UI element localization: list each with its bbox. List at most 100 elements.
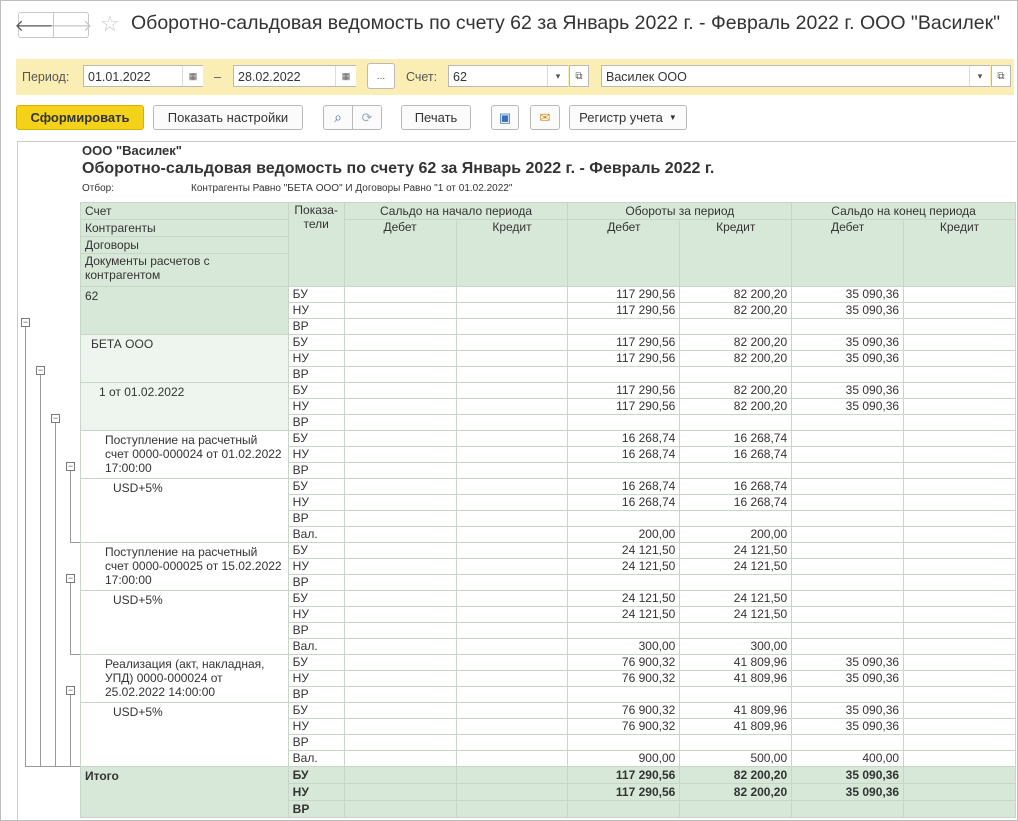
collapse-toggle-icon[interactable]: − — [36, 365, 45, 375]
opening-debit-cell — [343, 350, 457, 367]
print-button[interactable]: Печать — [401, 105, 471, 130]
opening-debit-cell — [343, 750, 457, 767]
closing-credit-cell — [903, 398, 1016, 415]
turnover-debit-cell: 200,00 — [567, 526, 681, 543]
account-field[interactable]: 62 ▾ — [448, 65, 568, 87]
period-label: Период: — [22, 70, 70, 84]
opening-debit-cell — [343, 334, 457, 351]
generate-button[interactable]: Сформировать — [16, 105, 144, 130]
turnover-debit-cell: 117 290,56 — [567, 302, 681, 319]
closing-debit-cell — [791, 478, 905, 495]
turnover-credit-cell: 82 200,20 — [679, 783, 793, 801]
turnover-debit-cell: 117 290,56 — [567, 382, 681, 399]
indicator-cell: БУ — [287, 382, 345, 399]
chevron-down-icon[interactable]: ▾ — [547, 66, 568, 86]
opening-credit-cell — [455, 800, 569, 818]
turnover-credit-cell: 82 200,20 — [679, 302, 793, 319]
turnover-credit-cell: 200,00 — [679, 526, 793, 543]
turnover-debit-cell: 76 900,32 — [567, 670, 681, 687]
turnover-credit-cell — [679, 414, 793, 431]
closing-credit-cell — [903, 590, 1016, 607]
tree-connector — [70, 694, 71, 766]
indicator-cell: БУ — [287, 766, 345, 784]
opening-credit-cell — [455, 670, 569, 687]
closing-credit-cell — [903, 526, 1016, 543]
account-label: Счет: — [406, 70, 438, 84]
indicator-cell: ВР — [287, 462, 345, 479]
chevron-down-icon[interactable]: ▾ — [969, 66, 990, 86]
opening-debit-cell — [343, 302, 457, 319]
table-row: Поступление на расчетный счет 0000-00002… — [80, 542, 1016, 591]
turnover-credit-cell — [679, 462, 793, 479]
opening-debit-cell — [343, 800, 457, 818]
closing-debit-cell: 35 090,36 — [791, 718, 905, 735]
opening-debit-cell — [343, 430, 457, 447]
date-to-field[interactable]: 28.02.2022 ▦ — [233, 65, 356, 87]
group-label: Поступление на расчетный счет 0000-00002… — [80, 542, 289, 591]
indicator-cell: БУ — [287, 542, 345, 559]
turnover-debit-cell: 76 900,32 — [567, 718, 681, 735]
date-from-value: 01.01.2022 — [88, 70, 151, 84]
collapse-toggle-icon[interactable]: − — [66, 461, 75, 471]
turnover-credit-cell: 41 809,96 — [679, 670, 793, 687]
report-table: Счет Показа-тели Сальдо на начало период… — [80, 202, 1016, 818]
turnover-credit-cell: 41 809,96 — [679, 702, 793, 719]
open-organization-button[interactable]: ⧉ — [991, 65, 1011, 87]
forward-button[interactable]: 🡒 — [50, 12, 92, 38]
favorite-star-icon[interactable]: ☆ — [100, 11, 120, 37]
date-from-field[interactable]: 01.01.2022 ▦ — [83, 65, 203, 87]
header-closing-debit: Дебет — [791, 219, 905, 287]
turnover-debit-cell: 76 900,32 — [567, 702, 681, 719]
search-button[interactable]: ⌕ — [323, 105, 353, 130]
tree-connector — [25, 326, 26, 766]
period-select-button[interactable]: ... — [367, 63, 395, 89]
closing-credit-cell — [903, 622, 1016, 639]
closing-credit-cell — [903, 558, 1016, 575]
opening-debit-cell — [343, 590, 457, 607]
turnover-credit-cell: 82 200,20 — [679, 382, 793, 399]
save-button[interactable]: ▣ — [491, 105, 519, 130]
open-account-button[interactable]: ⧉ — [569, 65, 589, 87]
indicator-cell: НУ — [287, 398, 345, 415]
calendar-icon[interactable]: ▦ — [182, 66, 203, 86]
turnover-debit-cell — [567, 510, 681, 527]
indicator-cell: БУ — [287, 478, 345, 495]
group-label: Реализация (акт, накладная, УПД) 0000-00… — [80, 654, 289, 703]
opening-credit-cell — [455, 446, 569, 463]
registry-dropdown-button[interactable]: Регистр учета ▼ — [569, 105, 687, 130]
header-closing-credit: Кредит — [903, 219, 1016, 287]
closing-debit-cell — [791, 558, 905, 575]
opening-credit-cell — [455, 702, 569, 719]
report-organization: ООО "Василек" — [82, 143, 182, 158]
opening-credit-cell — [455, 366, 569, 383]
opening-debit-cell — [343, 542, 457, 559]
collapse-toggle-icon[interactable]: − — [51, 413, 60, 423]
organization-field[interactable]: Василек ООО ▾ — [601, 65, 990, 87]
opening-credit-cell — [455, 382, 569, 399]
opening-debit-cell — [343, 686, 457, 703]
table-row: БЕТА ООО БУ 117 290,56 82 200,20 35 090,36 — [80, 334, 1016, 383]
closing-debit-cell — [791, 590, 905, 607]
calendar-icon[interactable]: ▦ — [335, 66, 356, 86]
closing-debit-cell — [791, 734, 905, 751]
opening-debit-cell — [343, 414, 457, 431]
send-email-button[interactable]: ✉ — [530, 105, 560, 130]
turnover-credit-cell — [679, 510, 793, 527]
indicator-cell: НУ — [287, 606, 345, 623]
opening-debit-cell — [343, 366, 457, 383]
show-settings-button[interactable]: Показать настройки — [153, 105, 303, 130]
opening-credit-cell — [455, 526, 569, 543]
collapse-toggle-icon[interactable]: − — [66, 573, 75, 583]
opening-debit-cell — [343, 622, 457, 639]
indicator-cell: БУ — [287, 286, 345, 303]
closing-credit-cell — [903, 446, 1016, 463]
collapse-toggle-icon[interactable]: − — [66, 685, 75, 695]
closing-debit-cell: 35 090,36 — [791, 702, 905, 719]
header-contracts: Договоры — [80, 236, 289, 254]
closing-debit-cell — [791, 574, 905, 591]
turnover-debit-cell: 117 290,56 — [567, 398, 681, 415]
search-next-button[interactable]: ⟳ — [352, 105, 382, 130]
indicator-cell: Вал. — [287, 750, 345, 767]
collapse-toggle-icon[interactable]: − — [21, 317, 30, 327]
indicator-cell: ВР — [287, 414, 345, 431]
